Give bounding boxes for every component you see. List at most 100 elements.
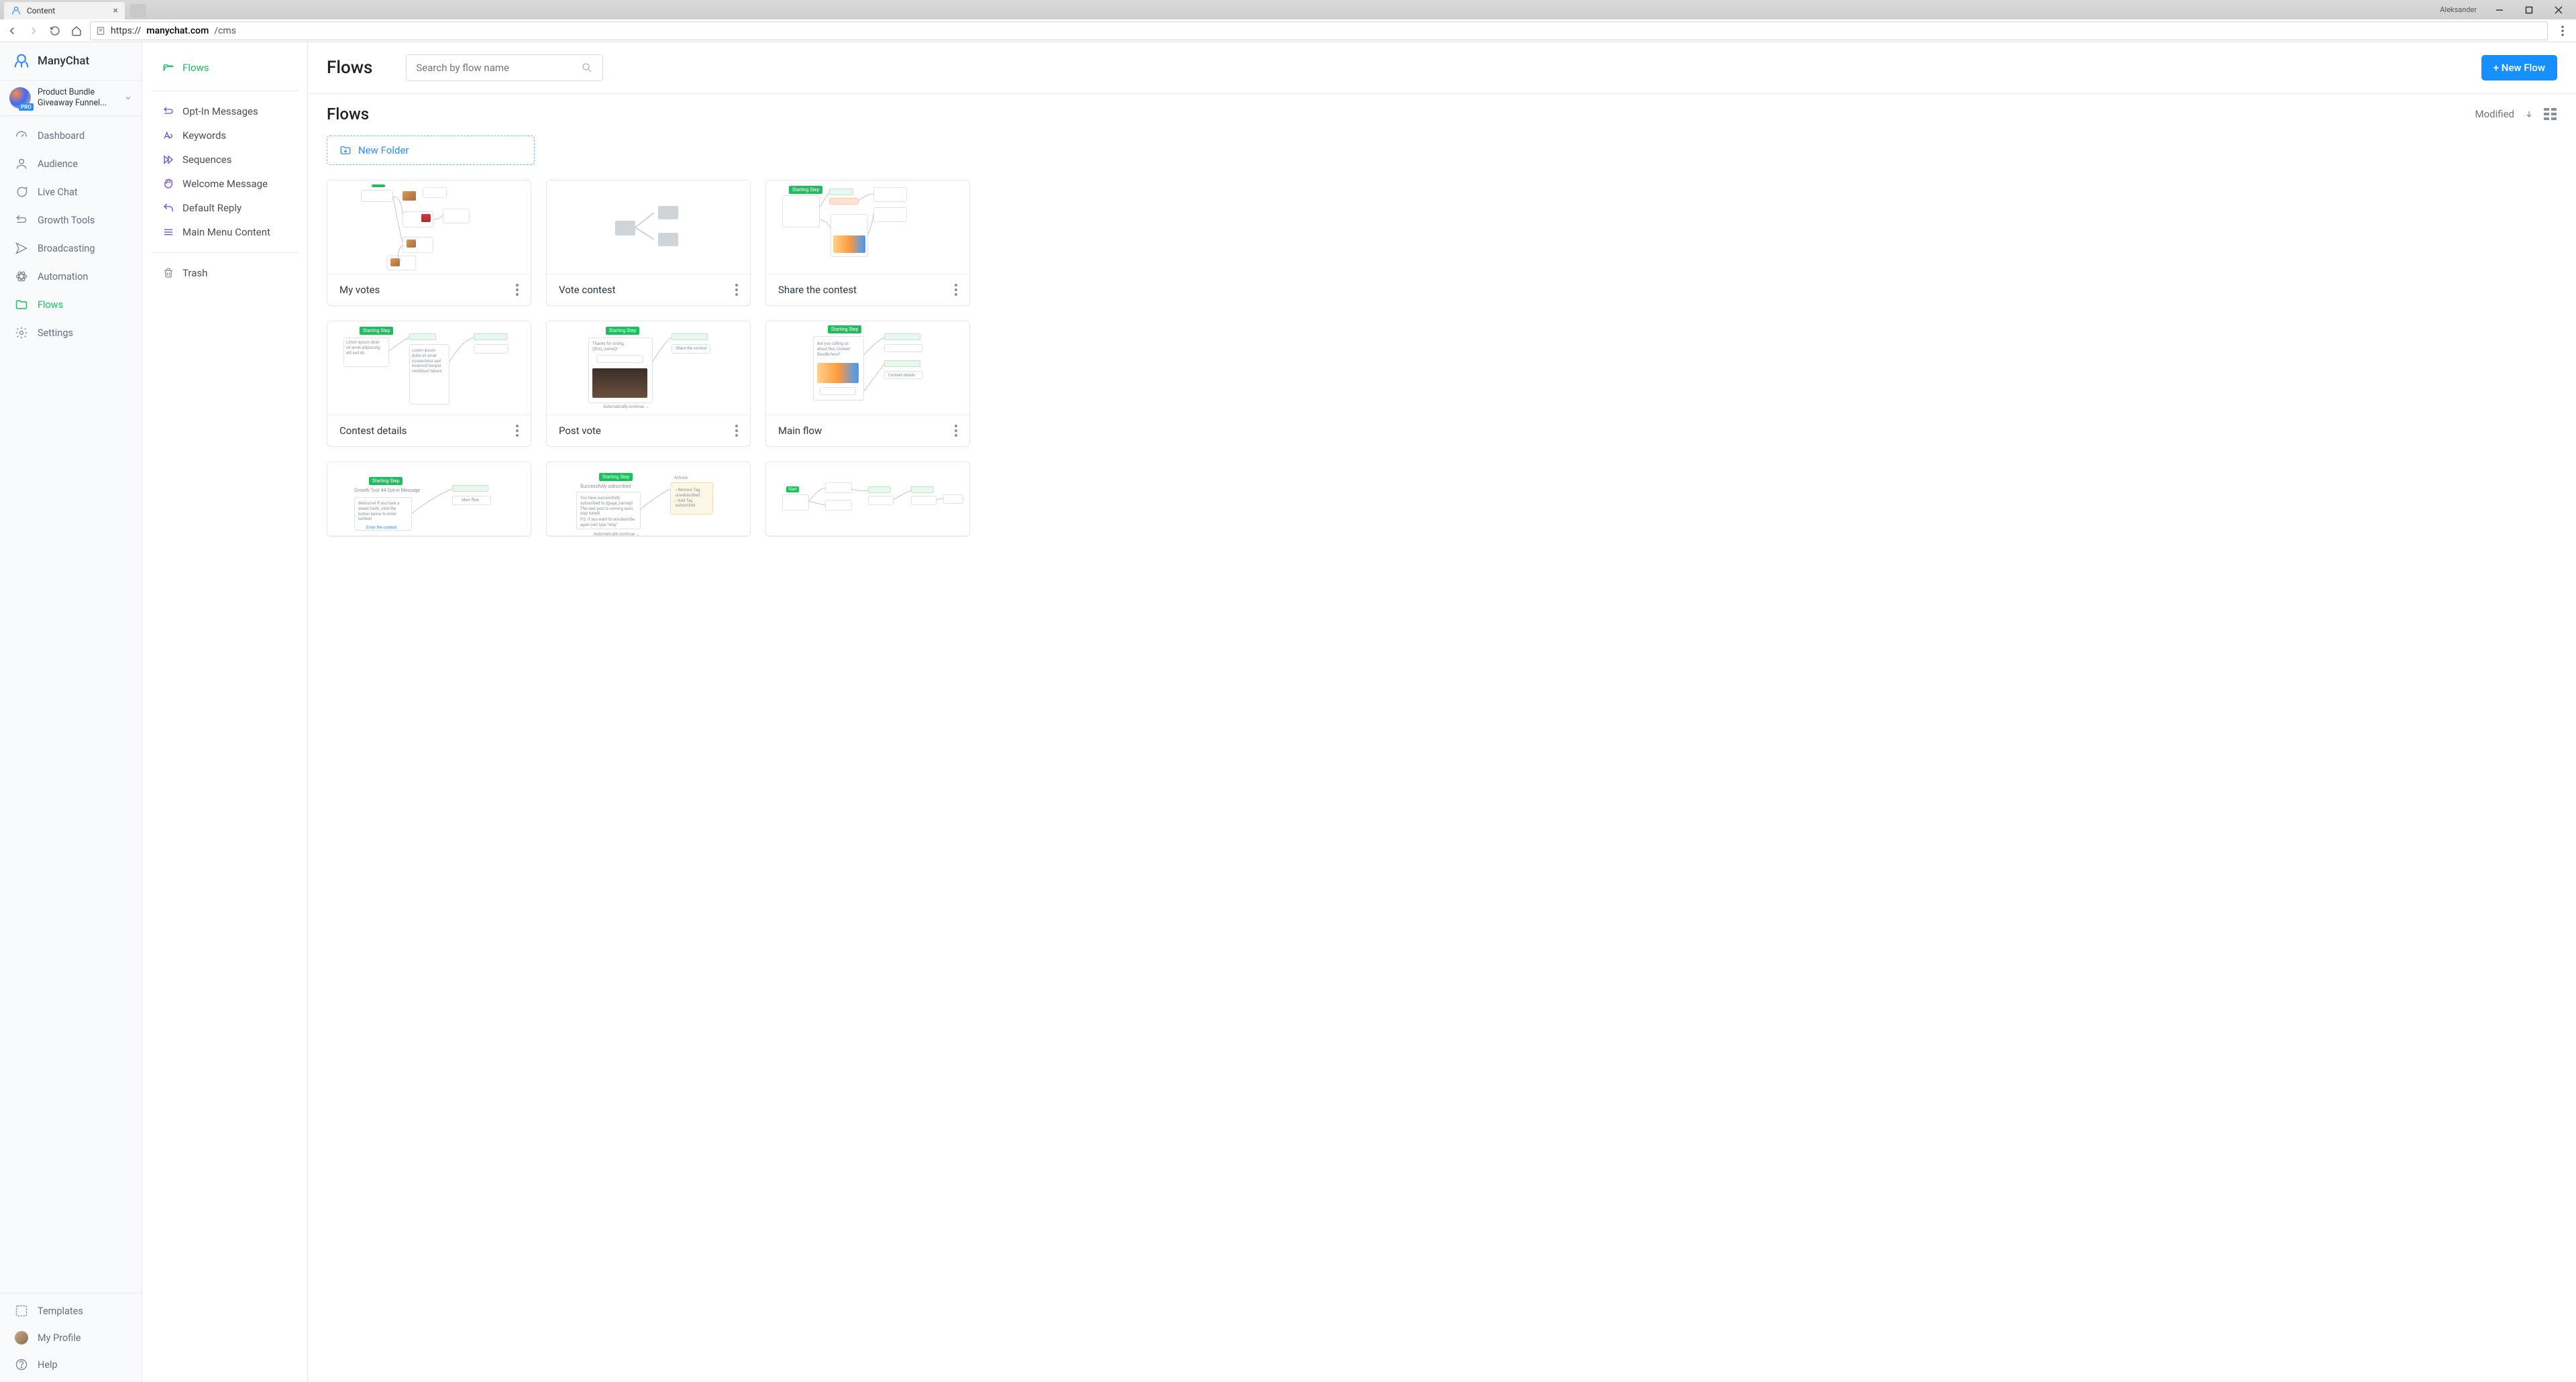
scrollbar-thumb[interactable] — [2569, 113, 2575, 173]
sub-item-label: Trash — [182, 267, 207, 279]
flow-grid: My votes Vote contest — [327, 180, 2557, 537]
chat-icon — [15, 185, 28, 199]
new-folder-button[interactable]: New Folder — [327, 136, 535, 165]
sidebar-item-settings[interactable]: Settings — [0, 319, 142, 347]
sidebar-item-label: Dashboard — [38, 130, 85, 142]
card-menu-icon[interactable] — [735, 284, 738, 296]
card-preview: Starting Step Growth Tool #4 Opt-in Mess… — [327, 462, 531, 536]
sidebar-item-label: Audience — [38, 158, 78, 170]
sidebar-item-profile[interactable]: My Profile — [0, 1324, 142, 1351]
sidebar-item-broadcasting[interactable]: Broadcasting — [0, 234, 142, 262]
card-preview: Start — [766, 462, 969, 536]
search-field[interactable] — [416, 62, 581, 74]
user-icon — [15, 157, 28, 170]
card-title: Vote contest — [559, 284, 616, 296]
sub-item-trash[interactable]: Trash — [153, 261, 297, 285]
sub-sidebar: Flows Opt-In Messages Keywords Sequences… — [142, 42, 308, 1382]
sub-item-optin[interactable]: Opt-In Messages — [153, 99, 297, 123]
section-title: Flows — [327, 105, 369, 123]
typography-icon — [162, 129, 174, 142]
sidebar-item-label: Help — [38, 1359, 58, 1371]
sub-item-welcome[interactable]: Welcome Message — [153, 172, 297, 196]
content: Flows Modified New Folder — [308, 93, 2576, 1382]
new-flow-button[interactable]: + New Flow — [2481, 55, 2557, 81]
sub-item-flows[interactable]: Flows — [153, 56, 297, 80]
card-footer: Vote contest — [547, 274, 750, 305]
new-folder-label: New Folder — [358, 144, 409, 156]
sub-item-keywords[interactable]: Keywords — [153, 123, 297, 148]
window-maximize-icon[interactable] — [2516, 0, 2542, 19]
card-menu-icon[interactable] — [735, 425, 738, 437]
nav-home-icon[interactable] — [68, 23, 85, 39]
gauge-icon — [15, 129, 28, 142]
card-preview — [547, 180, 750, 274]
sidebar: ManyChat Product Bundle Giveaway Funnel.… — [0, 42, 142, 1382]
sort-label: Modified — [2475, 108, 2514, 120]
sidebar-item-dashboard[interactable]: Dashboard — [0, 121, 142, 150]
nav-back-icon[interactable] — [4, 23, 20, 39]
sub-item-label: Sequences — [182, 154, 231, 166]
arrow-in-icon — [162, 105, 174, 117]
flow-card[interactable]: Start — [765, 462, 970, 537]
flow-card[interactable]: Starting Step Thanks for voting, {{first… — [546, 321, 751, 447]
flow-card[interactable]: Starting Step Growth Tool #4 Opt-in Mess… — [327, 462, 531, 537]
account-switcher[interactable]: Product Bundle Giveaway Funnel... — [0, 80, 142, 116]
tab-close-icon[interactable]: × — [113, 5, 118, 16]
nav-reload-icon[interactable] — [47, 23, 63, 39]
main: Flows + New Flow Flows Modified — [308, 42, 2576, 1382]
flow-card[interactable]: Starting Step Lorem ipsum dolor sit amet… — [327, 321, 531, 447]
window-close-icon[interactable] — [2545, 0, 2572, 19]
sidebar-item-audience[interactable]: Audience — [0, 150, 142, 178]
browser-menu-icon[interactable] — [2553, 21, 2572, 40]
card-menu-icon[interactable] — [955, 425, 957, 437]
card-preview: Starting Step Successfully subscribed Yo… — [547, 462, 750, 536]
sidebar-item-livechat[interactable]: Live Chat — [0, 178, 142, 206]
card-menu-icon[interactable] — [516, 425, 519, 437]
layout-dashed-icon — [15, 1304, 28, 1318]
sidebar-item-automation[interactable]: Automation — [0, 262, 142, 290]
sidebar-item-flows[interactable]: Flows — [0, 290, 142, 319]
sub-item-label: Opt-In Messages — [182, 105, 258, 117]
sub-section: Opt-In Messages Keywords Sequences Welco… — [142, 99, 307, 244]
brand[interactable]: ManyChat — [0, 42, 142, 80]
flow-card[interactable]: Starting Step Are you calling us about t… — [765, 321, 970, 447]
card-menu-icon[interactable] — [516, 284, 519, 296]
search-input[interactable] — [406, 54, 603, 81]
card-menu-icon[interactable] — [955, 284, 957, 296]
url-scheme: https:// — [111, 25, 141, 36]
arrow-down-icon — [2525, 110, 2533, 118]
sub-item-label: Flows — [182, 62, 209, 74]
card-footer: Post vote — [547, 415, 750, 446]
view-grid-icon[interactable] — [2544, 108, 2557, 120]
page-info-icon — [96, 26, 105, 36]
sort-control[interactable]: Modified — [2475, 108, 2557, 120]
window-minimize-icon[interactable] — [2486, 0, 2513, 19]
content-head: Flows Modified — [327, 98, 2557, 136]
sub-item-label: Main Menu Content — [182, 226, 270, 238]
new-tab-button[interactable] — [130, 4, 146, 17]
flow-card[interactable]: Starting Step Share the contest — [765, 180, 970, 306]
sub-item-sequences[interactable]: Sequences — [153, 148, 297, 172]
sidebar-item-templates[interactable]: Templates — [0, 1297, 142, 1324]
sub-item-label: Welcome Message — [182, 178, 268, 190]
sidebar-item-growth[interactable]: Growth Tools — [0, 206, 142, 234]
search-icon — [581, 62, 593, 74]
sidebar-item-label: Templates — [38, 1306, 83, 1317]
profile-avatar-icon — [15, 1331, 28, 1344]
browser-user: Aleksander — [2433, 5, 2483, 14]
card-title: Post vote — [559, 425, 601, 437]
card-title: Main flow — [778, 425, 822, 437]
address-bar: https://manychat.com/cms — [0, 19, 2576, 42]
flow-card[interactable]: Starting Step Successfully subscribed Yo… — [546, 462, 751, 537]
sidebar-item-label: Live Chat — [38, 187, 78, 198]
sidebar-item-help[interactable]: Help — [0, 1351, 142, 1378]
flow-card[interactable]: Vote contest — [546, 180, 751, 306]
url-input[interactable]: https://manychat.com/cms — [90, 21, 2548, 40]
sub-item-mainmenu[interactable]: Main Menu Content — [153, 220, 297, 244]
flow-card[interactable]: My votes — [327, 180, 531, 306]
sub-item-default-reply[interactable]: Default Reply — [153, 196, 297, 220]
card-title: Share the contest — [778, 284, 857, 296]
card-footer: My votes — [327, 274, 531, 305]
browser-tab[interactable]: Content × — [4, 2, 125, 19]
folder-icon — [15, 298, 28, 311]
